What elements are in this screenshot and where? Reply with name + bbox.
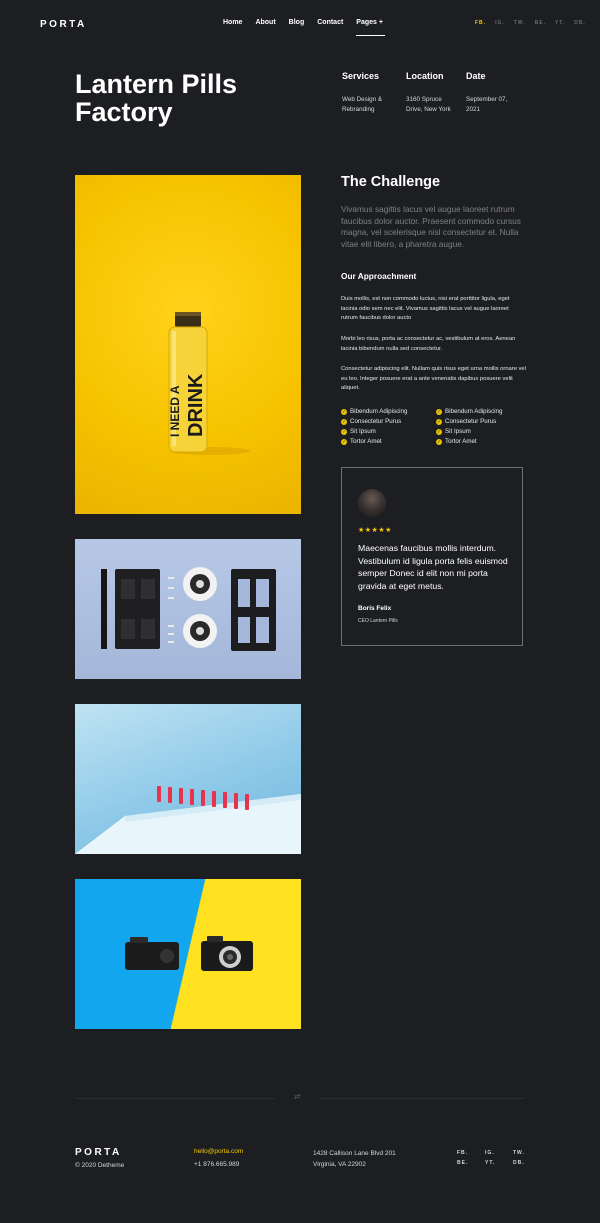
meta-value: September 07, 2021 — [466, 96, 508, 113]
main-nav: Home About Blog Contact Pages + — [223, 19, 385, 36]
rating-stars: ★★★★★ — [358, 527, 392, 534]
meta-label: Date — [466, 71, 486, 81]
project-image-cameras — [75, 879, 301, 1029]
footer-copyright: © 2020 Detheme — [75, 1162, 125, 1169]
footer-social-be[interactable]: BE. — [457, 1160, 468, 1166]
social-db[interactable]: DB. — [574, 20, 586, 26]
site-logo[interactable]: PORTA — [40, 19, 87, 30]
svg-text:DRINK: DRINK — [185, 373, 207, 437]
social-tw[interactable]: TW. — [514, 20, 526, 26]
nav-pages[interactable]: Pages + — [356, 19, 385, 36]
address-line: Virginia, VA 22902 — [313, 1161, 366, 1168]
testimonial-role: CEO Lantern Pills — [358, 618, 398, 624]
cameras-illustration — [125, 936, 253, 971]
nav-blog[interactable]: Blog — [289, 19, 305, 26]
footer-social-fb[interactable]: FB. — [457, 1150, 468, 1156]
social-be[interactable]: BE. — [535, 20, 546, 26]
svg-text:I NEED A: I NEED A — [168, 385, 182, 437]
footer-phone: +1 876.665.989 — [194, 1161, 240, 1168]
footer-address: 1428 Callison Lane Blvd 201 Virginia, VA… — [313, 1148, 396, 1170]
approach-heading: Our Approachment — [341, 271, 417, 281]
check-icon: ✓ — [436, 419, 442, 425]
check-icon: ✓ — [436, 429, 442, 435]
meta-label: Services — [342, 71, 380, 81]
check-icon: ✓ — [341, 409, 347, 415]
challenge-lead: Vivamus sagittis lacus vel augue laoreet… — [341, 204, 521, 249]
avatar — [358, 489, 386, 517]
footer-social-db[interactable]: DB. — [513, 1160, 525, 1166]
meta-label: Location — [406, 71, 444, 81]
challenge-heading: The Challenge — [341, 174, 441, 190]
list-item: ✓ Sit Ipsum — [341, 428, 376, 435]
approach-paragraph-2: Morbi leo risus, porta ac consectetur ac… — [341, 336, 516, 352]
list-item: ✓ Consectetur Purus — [341, 418, 402, 425]
check-icon: ✓ — [341, 439, 347, 445]
footer-social-yt[interactable]: YT. — [485, 1160, 495, 1166]
project-image-clothespins — [75, 704, 301, 854]
arrows-icon[interactable]: ⇄ — [294, 1092, 301, 1101]
meta-location: Location 3160 Spruce Drive, New York — [406, 71, 458, 115]
nav-home[interactable]: Home — [223, 19, 242, 26]
meta-date: Date September 07, 2021 — [466, 71, 516, 115]
approach-paragraph-3: Consectetur adipiscing elit. Nullam quis… — [341, 366, 526, 391]
project-title: Lantern Pills Factory — [75, 69, 238, 127]
divider — [320, 1098, 525, 1099]
meta-value: 3160 Spruce Drive, New York — [406, 96, 451, 113]
check-icon: ✓ — [341, 419, 347, 425]
header-social-links: FB. IG. TW. BE. YT. DB. — [475, 20, 586, 26]
testimonial-card: ★★★★★ Maecenas faucibus mollis interdum.… — [341, 467, 523, 646]
approach-paragraph-1: Duis mollis, est non commodo luctus, nis… — [341, 296, 510, 321]
footer-social-tw[interactable]: TW. — [513, 1150, 525, 1156]
social-yt[interactable]: YT. — [555, 20, 565, 26]
check-icon: ✓ — [436, 409, 442, 415]
meta-services: Services Web Design & Rebranding — [342, 71, 398, 115]
feature-list-left: ✓ Bibendum Adipiscing ✓ Consectetur Purus … — [341, 407, 407, 447]
list-item: ✓ Tortor Amet — [436, 438, 477, 445]
clothespins-illustration — [75, 786, 301, 854]
footer-logo[interactable]: PORTA — [75, 1147, 122, 1158]
nav-about[interactable]: About — [255, 19, 275, 26]
testimonial-quote: Maecenas faucibus mollis interdum. Vesti… — [358, 543, 508, 591]
social-fb[interactable]: FB. — [475, 20, 486, 26]
nav-contact[interactable]: Contact — [317, 19, 343, 26]
cassette-illustration — [101, 567, 276, 651]
list-item: ✓ Sit Ipsum — [436, 428, 471, 435]
footer-social-ig[interactable]: IG. — [485, 1150, 495, 1156]
list-item: ✓ Tortor Amet — [341, 438, 382, 445]
project-image-bottle: I NEED A DRINK — [75, 175, 301, 514]
footer-email-link[interactable]: hello@porta.com — [194, 1148, 243, 1155]
meta-value: Web Design & Rebranding — [342, 96, 383, 113]
list-item: ✓ Bibendum Adipiscing — [341, 408, 408, 415]
list-item: ✓ Consectetur Purus — [436, 418, 497, 425]
project-image-cassette — [75, 539, 301, 679]
check-icon: ✓ — [436, 439, 442, 445]
bottle-illustration: I NEED A DRINK — [168, 312, 250, 455]
address-line: 1428 Callison Lane Blvd 201 — [313, 1150, 396, 1157]
check-icon: ✓ — [341, 429, 347, 435]
testimonial-author: Boris Felix — [358, 605, 392, 612]
social-ig[interactable]: IG. — [495, 20, 505, 26]
list-item: ✓ Bibendum Adipiscing — [436, 408, 503, 415]
divider — [75, 1098, 275, 1099]
feature-list-right: ✓ Bibendum Adipiscing ✓ Consectetur Purus … — [436, 407, 502, 447]
